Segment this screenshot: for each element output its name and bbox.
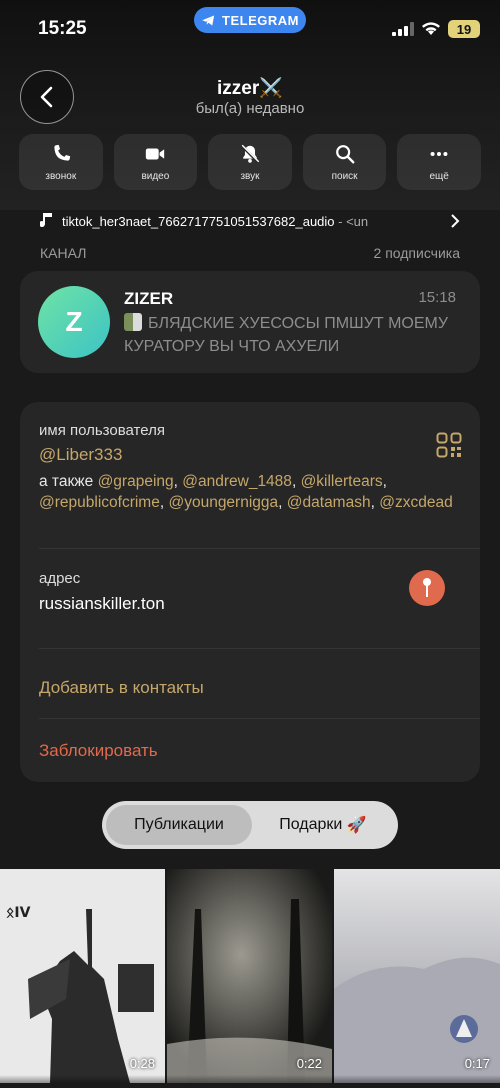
channel-card[interactable]: Z ZIZER 15:18 БЛЯДСКИЕ ХУЕСОСЫ ПМШУТ МОЕ…: [20, 271, 480, 373]
also-username[interactable]: @andrew_1488: [182, 473, 292, 490]
media-item[interactable]: ᛟIV 0:28: [0, 869, 165, 1083]
chat-title-text: izzer: [217, 78, 260, 99]
svg-text:ᛟIV: ᛟIV: [6, 905, 31, 921]
also-username[interactable]: @datamash: [287, 494, 371, 511]
subscriber-count: 2 подписчика: [373, 245, 460, 261]
media-duration: 0:17: [464, 1056, 490, 1071]
username-value[interactable]: @Liber333: [39, 445, 122, 465]
channel-message-text: БЛЯДСКИЕ ХУЕСОСЫ ПМШУТ МОЕМУ КУРАТОРУ ВЫ…: [124, 315, 449, 355]
search-label: поиск: [331, 170, 358, 182]
audio-suffix: - <un: [334, 213, 369, 229]
wifi-icon: [422, 22, 440, 35]
media-thumbnail: [334, 869, 500, 1083]
tab-publications[interactable]: Публикации: [106, 805, 252, 845]
media-tabs: Публикации Подарки 🚀: [102, 801, 398, 849]
grid-fade: [0, 1075, 500, 1083]
channel-last-message: БЛЯДСКИЕ ХУЕСОСЫ ПМШУТ МОЕМУ КУРАТОРУ ВЫ…: [124, 312, 454, 358]
music-note-icon: [40, 213, 52, 227]
channel-section-label: КАНАЛ: [40, 245, 87, 261]
location-pin-icon[interactable]: [409, 570, 445, 606]
more-icon: [430, 151, 448, 156]
phone-icon: [54, 144, 70, 161]
block-button[interactable]: Заблокировать: [39, 741, 158, 761]
search-button[interactable]: поиск: [302, 134, 387, 190]
channel-time: 15:18: [418, 289, 456, 306]
channel-section-header: КАНАЛ 2 подписчика: [40, 245, 460, 261]
also-username[interactable]: @youngernigga: [168, 494, 278, 511]
more-button[interactable]: ещё: [397, 134, 481, 190]
qr-code-icon[interactable]: [436, 432, 462, 458]
telegram-icon: [202, 15, 215, 25]
more-label: ещё: [429, 170, 449, 182]
tab-gifts-label: Подарки: [279, 816, 343, 833]
also-username[interactable]: @killertears: [301, 473, 383, 490]
media-item[interactable]: 0:17: [334, 869, 500, 1083]
message-thumbnail: [124, 313, 142, 331]
media-item[interactable]: 0:22: [167, 869, 332, 1083]
bell-off-icon: [240, 144, 260, 163]
address-value[interactable]: russianskiller.ton: [39, 594, 165, 614]
action-bar: звонок видео звук поиск ещё: [19, 134, 481, 190]
status-icons: 19: [392, 20, 480, 38]
sound-button[interactable]: звук: [208, 134, 292, 190]
rocket-icon: 🚀: [346, 817, 367, 834]
media-thumbnail: [167, 869, 332, 1083]
call-label: звонок: [45, 170, 77, 182]
chevron-right-icon: [451, 214, 460, 228]
also-usernames: а также @grapeing, @andrew_1488, @killer…: [39, 473, 453, 511]
status-time: 15:25: [38, 18, 87, 39]
signal-icon: [392, 22, 414, 36]
telegram-label: TELEGRAM: [222, 12, 299, 28]
audio-player-bar[interactable]: tiktok_her3naet_7662717751051537682_audi…: [40, 211, 460, 231]
title-emoji: ⚔️: [259, 78, 283, 99]
audio-title-line: tiktok_her3naet_7662717751051537682_audi…: [62, 214, 442, 229]
divider: [39, 718, 480, 719]
media-duration: 0:22: [296, 1056, 322, 1071]
video-label: видео: [141, 170, 170, 182]
also-prefix: а также: [39, 473, 94, 490]
video-icon: [146, 148, 165, 159]
also-username[interactable]: @grapeing: [98, 473, 174, 490]
also-username[interactable]: @zxcdead: [379, 494, 452, 511]
divider: [39, 548, 480, 549]
media-duration: 0:28: [129, 1056, 155, 1071]
last-seen: был(а) недавно: [195, 100, 305, 117]
address-label: адрес: [39, 570, 81, 587]
sound-label: звук: [240, 170, 260, 182]
also-username[interactable]: @republicofcrime: [39, 494, 160, 511]
chat-title: izzer⚔️: [0, 76, 500, 100]
divider: [39, 648, 480, 649]
channel-name: ZIZER: [124, 289, 174, 308]
info-card: имя пользователя @Liber333 а также @grap…: [20, 402, 480, 782]
tab-gifts[interactable]: Подарки 🚀: [252, 805, 394, 845]
call-button[interactable]: звонок: [19, 134, 103, 190]
audio-title: tiktok_her3naet_7662717751051537682_audi…: [62, 213, 335, 229]
channel-avatar: Z: [38, 286, 110, 358]
battery-indicator: 19: [448, 20, 480, 38]
username-label: имя пользователя: [39, 422, 165, 439]
media-thumbnail: ᛟIV: [0, 869, 165, 1083]
search-icon: [335, 144, 355, 163]
telegram-pill[interactable]: TELEGRAM: [194, 7, 306, 33]
video-button[interactable]: видео: [113, 134, 198, 190]
add-contact-button[interactable]: Добавить в контакты: [39, 678, 204, 698]
